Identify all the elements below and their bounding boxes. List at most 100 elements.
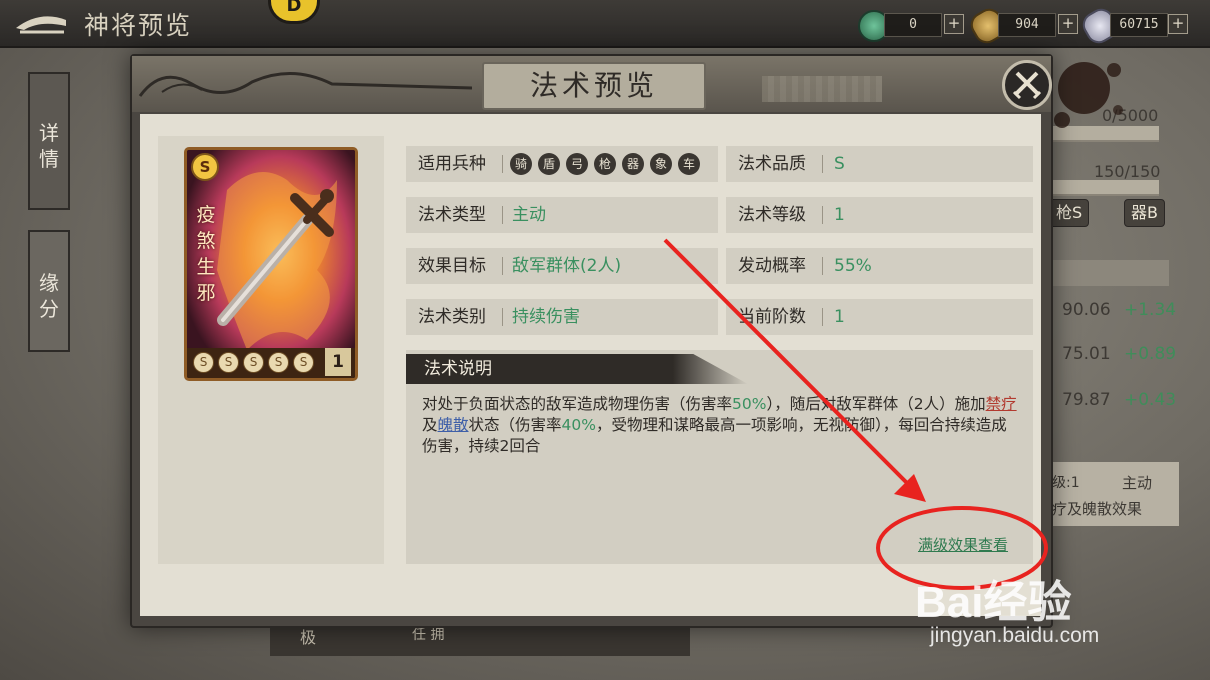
bow-icon: 弓	[566, 153, 588, 175]
spear-tag: 枪S	[1049, 199, 1090, 227]
star-flame-icon: S	[218, 352, 239, 373]
desc-part: ），随后对敌军群体（2人）施加	[766, 395, 986, 413]
divider	[822, 155, 823, 173]
redacted-area	[762, 76, 882, 102]
add-resource-button[interactable]: +	[1058, 14, 1078, 34]
ink-splash-decoration	[1054, 62, 1123, 128]
card-star-strip: S S S S S 1	[187, 348, 355, 378]
damage-rate-2: 40%	[561, 416, 596, 434]
card-grade-badge: S	[191, 153, 219, 181]
stat-delta: +1.34	[1124, 300, 1177, 320]
troop-bar	[1049, 180, 1159, 196]
divider	[502, 155, 503, 173]
status-heal-block[interactable]: 禁疗	[986, 395, 1017, 413]
tab-bond[interactable]: 缘分	[28, 230, 70, 352]
star-flame-icon: S	[293, 352, 314, 373]
attr-spell-category: 法术类别 持续伤害	[406, 299, 718, 335]
spear-icon: 枪	[594, 153, 616, 175]
attr-value: 55%	[834, 256, 872, 276]
desc-part: 状态（伤害率	[468, 416, 562, 434]
skill-type: 主动	[1122, 474, 1153, 492]
spell-card: S 疫煞生邪 S S S S S 1	[184, 147, 358, 381]
card-name: 疫煞生邪	[196, 204, 216, 304]
stats-header	[1049, 260, 1169, 286]
attr-value: 1	[834, 307, 845, 327]
description-text: 对处于负面状态的敌军造成物理伤害（伤害率50%），随后对敌军群体（2人）施加禁疗…	[422, 394, 1020, 457]
cavalry-icon: 骑	[510, 153, 532, 175]
cloud-ornament-icon	[138, 72, 472, 97]
attr-value: 敌军群体(2人)	[512, 256, 622, 276]
stat-delta: +0.43	[1124, 390, 1177, 410]
troop-value: 150/150	[1094, 162, 1161, 181]
attr-label: 法术类型	[418, 205, 486, 225]
back-button[interactable]	[10, 6, 72, 40]
attr-label: 当前阶数	[738, 307, 806, 327]
attr-effect-target: 效果目标 敌军群体(2人)	[406, 248, 718, 284]
add-resource-button[interactable]: +	[1168, 14, 1188, 34]
spell-preview-modal: 法术预览 S 疫煞生邪 S S S S S 1 适用兵种 骑 盾 弓 枪 器 象…	[130, 54, 1053, 628]
card-level: 1	[325, 348, 351, 376]
elephant-icon: 象	[650, 153, 672, 175]
attr-value: 1	[834, 205, 845, 225]
stat-value: 90.06	[1062, 300, 1111, 320]
page-title: 神将预览	[84, 11, 193, 40]
desc-part: 及	[422, 416, 438, 434]
shield-icon: 盾	[538, 153, 560, 175]
attr-spell-quality: 法术品质 S	[726, 146, 1033, 182]
watermark-brand: Bai经验	[915, 578, 1072, 627]
attr-label: 法术类别	[418, 307, 486, 327]
modal-title-plate: 法术预览	[482, 62, 706, 110]
watermark-url: jingyan.baidu.com	[930, 624, 1100, 647]
attr-label: 法术等级	[738, 205, 806, 225]
attr-label: 效果目标	[418, 256, 486, 276]
attr-troop-types: 适用兵种 骑 盾 弓 枪 器 象 车	[406, 146, 718, 182]
attr-value: 主动	[512, 205, 546, 225]
max-level-effect-link[interactable]: 满级效果查看	[918, 534, 1008, 555]
tab-details[interactable]: 详情	[28, 72, 70, 210]
skill-level: 级:1	[1052, 475, 1080, 491]
skill-effect: 疗及魄散效果	[1052, 500, 1143, 518]
modal-title: 法术预览	[529, 69, 658, 102]
star-flame-icon: S	[193, 352, 214, 373]
attr-trigger-rate: 发动概率 55%	[726, 248, 1033, 284]
close-button[interactable]	[1002, 60, 1052, 110]
resource-jade: 0 +	[858, 10, 964, 42]
add-resource-button[interactable]: +	[944, 14, 964, 34]
desc-part: 对处于负面状态的敌军造成物理伤害（伤害率	[422, 395, 733, 413]
divider	[822, 257, 823, 275]
attr-current-stage: 当前阶数 1	[726, 299, 1033, 335]
tab-label: 缘分	[39, 271, 59, 321]
resource-value: 60715	[1110, 13, 1168, 37]
crossed-swords-close-icon	[1012, 71, 1042, 100]
attr-spell-type: 法术类型 主动	[406, 197, 718, 233]
divider	[822, 308, 823, 326]
modal-header: 法术预览	[132, 56, 1052, 112]
stat-value: 79.87	[1062, 390, 1111, 410]
stat-delta: +0.89	[1124, 344, 1177, 364]
attr-spell-level: 法术等级 1	[726, 197, 1033, 233]
attr-value: S	[834, 154, 845, 174]
spell-description-panel: 法术说明 对处于负面状态的敌军造成物理伤害（伤害率50%），随后对敌军群体（2人…	[406, 350, 1033, 564]
divider	[502, 257, 503, 275]
description-header: 法术说明	[406, 354, 748, 384]
attr-label: 发动概率	[738, 256, 806, 276]
damage-rate-1: 50%	[732, 395, 767, 413]
resource-value: 0	[884, 13, 942, 37]
status-soul-scatter[interactable]: 魄散	[438, 416, 469, 434]
siege-weapon-icon: 器	[622, 153, 644, 175]
weapon-tag: 器B	[1124, 199, 1165, 227]
star-flame-icon: S	[268, 352, 289, 373]
spell-card-panel: S 疫煞生邪 S S S S S 1	[158, 136, 384, 564]
back-arrow-icon	[16, 16, 66, 34]
divider	[822, 206, 823, 224]
stat-value: 75.01	[1062, 344, 1111, 364]
divider	[502, 308, 503, 326]
resource-value: 904	[998, 13, 1056, 37]
modal-body: S 疫煞生邪 S S S S S 1 适用兵种 骑 盾 弓 枪 器 象 车 法术…	[140, 114, 1041, 616]
description-title: 法术说明	[424, 359, 492, 379]
tab-label: 详情	[39, 121, 59, 171]
attr-value: 持续伤害	[512, 307, 580, 327]
attr-label: 法术品质	[738, 154, 806, 174]
star-flame-icon: S	[243, 352, 264, 373]
resource-silver: 60715 +	[1078, 4, 1188, 48]
